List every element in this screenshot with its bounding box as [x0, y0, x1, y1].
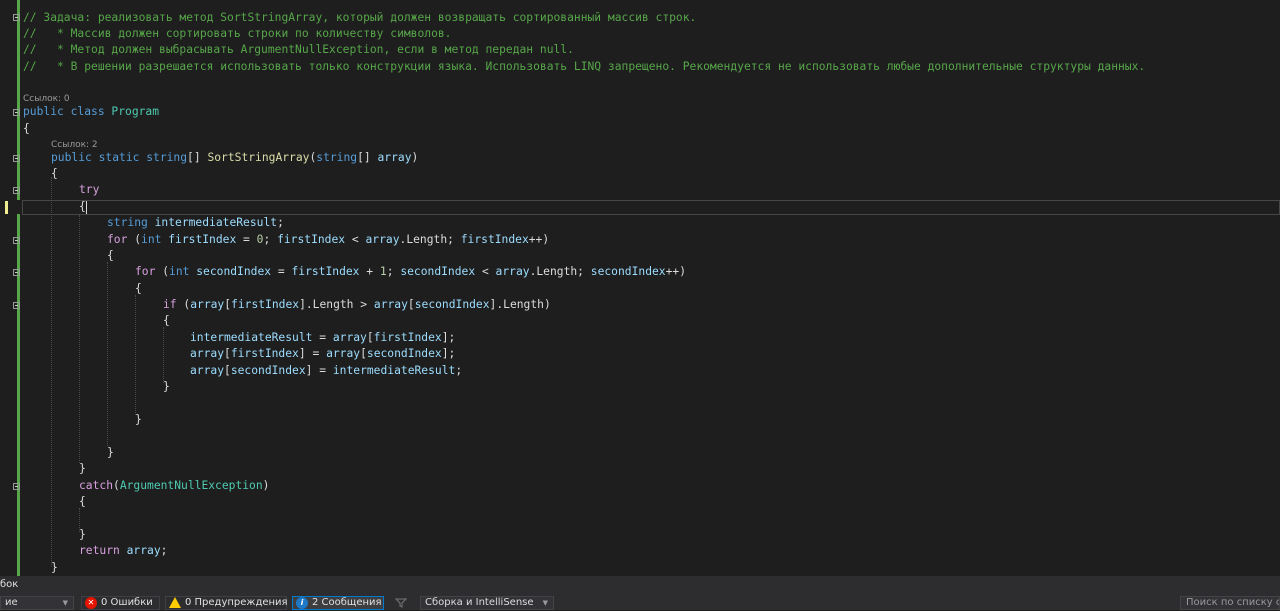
brace: {	[23, 122, 30, 135]
brace: }	[135, 413, 142, 426]
indent-guide	[135, 295, 136, 415]
assignment: array[firstIndex] = array[secondIndex];	[190, 347, 456, 360]
brace: }	[79, 528, 86, 541]
warning-triangle-icon	[169, 597, 181, 608]
brace: }	[107, 446, 114, 459]
return-statement: return array;	[79, 544, 168, 557]
class-declaration: public class Program	[23, 105, 160, 118]
chevron-down-icon: ▼	[542, 599, 548, 607]
brace: {	[135, 282, 142, 295]
collapse-minus-icon[interactable]	[13, 302, 20, 309]
error-list-panel: бок ие ▼ ✕ 0 Ошибки 0 Предупреждения i 2…	[0, 576, 1280, 610]
build-source-dropdown[interactable]: Сборка и IntelliSense ▼	[420, 596, 554, 610]
search-placeholder: Поиск по списку ош	[1186, 597, 1279, 608]
brace: {	[51, 167, 58, 180]
filter-icon[interactable]	[394, 598, 408, 608]
scope-value: ие	[5, 597, 18, 608]
info-circle-icon: i	[296, 597, 308, 609]
for-outer: for (int firstIndex = 0; firstIndex < ar…	[107, 233, 550, 246]
brace: {	[79, 200, 87, 214]
collapse-minus-icon[interactable]	[13, 237, 20, 244]
indent-guide	[107, 262, 108, 446]
assignment: intermediateResult = array[firstIndex];	[190, 331, 456, 344]
errors-filter-button[interactable]: ✕ 0 Ошибки	[81, 596, 160, 610]
build-source-value: Сборка и IntelliSense	[425, 597, 534, 608]
brace: {	[163, 314, 170, 327]
collapse-minus-icon[interactable]	[13, 483, 20, 490]
comment-line: // * В решении разрешается использовать …	[23, 60, 1146, 73]
try-keyword: try	[79, 183, 100, 196]
indent-guide	[163, 327, 164, 383]
method-declaration: public static string[] SortStringArray(s…	[51, 151, 419, 164]
code-editor[interactable]: // Задача: реализовать метод SortStringA…	[0, 0, 1280, 576]
warnings-filter-button[interactable]: 0 Предупреждения	[165, 596, 288, 610]
variable-declaration: string intermediateResult;	[107, 216, 284, 229]
messages-count-label: 2 Сообщения	[312, 597, 382, 608]
comment-line: // * Массив должен сортировать строки по…	[23, 27, 452, 40]
error-circle-icon: ✕	[85, 597, 97, 609]
collapse-minus-icon[interactable]	[13, 109, 20, 116]
messages-filter-button[interactable]: i 2 Сообщения	[292, 596, 384, 610]
assignment: array[secondIndex] = intermediateResult;	[190, 364, 463, 377]
collapse-minus-icon[interactable]	[13, 187, 20, 194]
for-inner: for (int secondIndex = firstIndex + 1; s…	[135, 265, 687, 278]
unsaved-change-bar	[5, 201, 8, 214]
chevron-down-icon: ▼	[62, 599, 68, 607]
errors-count-label: 0 Ошибки	[101, 597, 153, 608]
indent-guide	[51, 177, 52, 567]
if-statement: if (array[firstIndex].Length > array[sec…	[163, 298, 551, 311]
brace: {	[79, 495, 86, 508]
brace: }	[51, 561, 58, 574]
brace: {	[107, 249, 114, 262]
collapse-minus-icon[interactable]	[13, 269, 20, 276]
collapse-minus-icon[interactable]	[13, 14, 20, 21]
comment-line: // Задача: реализовать метод SortStringA…	[23, 11, 697, 24]
comment-line: // * Метод должен выбрасывать ArgumentNu…	[23, 43, 574, 56]
collapse-minus-icon[interactable]	[13, 155, 20, 162]
current-line-highlight	[22, 200, 1280, 215]
search-input[interactable]: Поиск по списку ош	[1180, 596, 1280, 610]
panel-title: бок	[0, 579, 19, 590]
saved-change-bar	[17, 0, 20, 200]
warnings-count-label: 0 Предупреждения	[185, 597, 288, 608]
catch-clause: catch(ArgumentNullException)	[79, 479, 270, 492]
indent-guide	[79, 215, 80, 463]
brace: }	[163, 380, 170, 393]
brace: }	[79, 462, 86, 475]
scope-dropdown[interactable]: ие ▼	[0, 596, 74, 610]
